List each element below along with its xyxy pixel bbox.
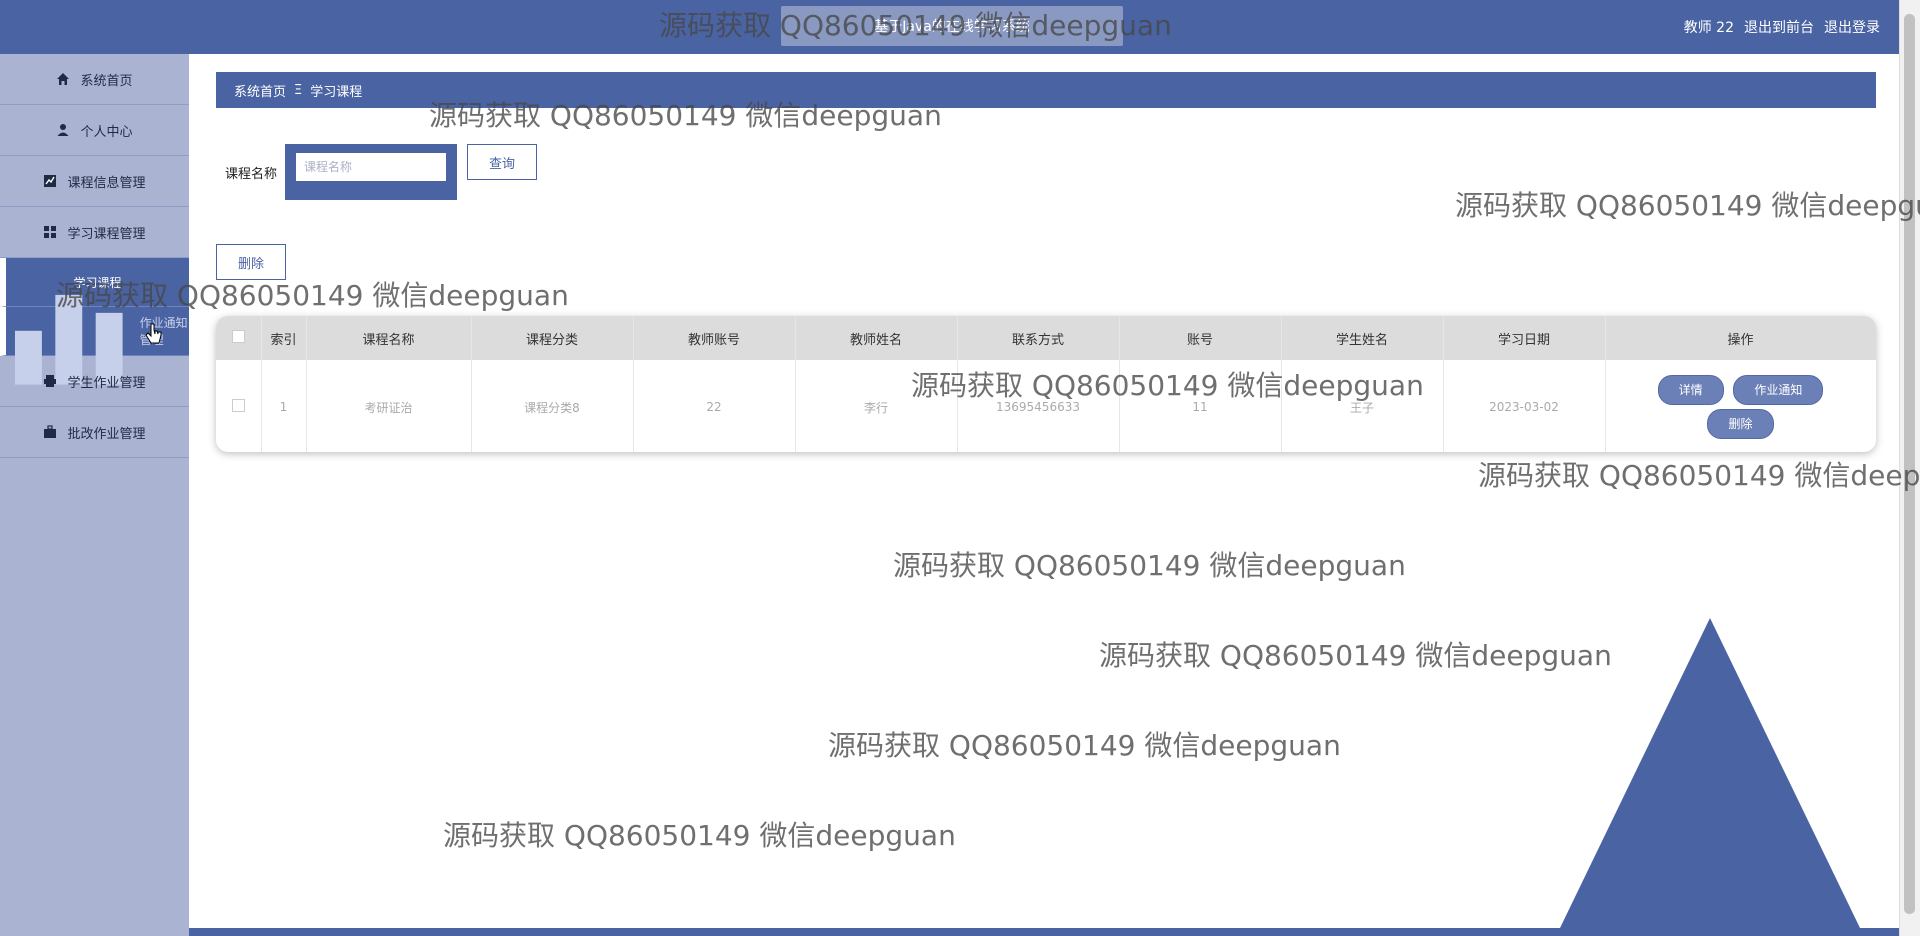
bottom-bar (189, 928, 1900, 936)
select-all-checkbox[interactable] (231, 329, 245, 343)
scrollbar[interactable] (1899, 0, 1920, 936)
select-all-cell (216, 316, 262, 360)
sidebar-item-label: 系统首页 (80, 73, 133, 89)
column-header: 操作 (1605, 316, 1876, 360)
decorative-triangle (1560, 618, 1860, 928)
row-checkbox[interactable] (231, 399, 245, 412)
column-header: 学生姓名 (1281, 316, 1444, 360)
column-header: 课程分类 (471, 316, 634, 360)
scrollbar-thumb[interactable] (1904, 14, 1915, 914)
cell-category: 课程分类8 (471, 360, 634, 452)
sidebar-item-label: 学习课程管理 (67, 226, 146, 242)
sidebar-item-label: 个人中心 (80, 124, 133, 140)
homework-notice-button[interactable]: 作业通知 (1733, 375, 1824, 405)
sidebar: 系统首页 个人中心 课程信息管理 学习课程管理 学习课程 作业通知管理 学生作业… (0, 54, 189, 936)
home-icon (57, 73, 70, 85)
user-icon (57, 124, 69, 136)
table-header-row: 索引 课程名称 课程分类 教师账号 教师姓名 联系方式 账号 学生姓名 学习日期… (216, 316, 1876, 360)
sidebar-item-label: 课程信息管理 (67, 175, 146, 191)
sidebar-item-profile[interactable]: 个人中心 (0, 105, 189, 156)
column-header: 教师账号 (633, 316, 796, 360)
detail-button[interactable]: 详情 (1657, 375, 1724, 405)
column-header: 账号 (1119, 316, 1282, 360)
briefcase-icon (44, 425, 57, 438)
cell-teacher-name: 李行 (795, 360, 958, 452)
cell-index: 1 (261, 360, 307, 452)
breadcrumb-home[interactable]: 系统首页 (234, 81, 286, 100)
search-bar: 课程名称 查询 (225, 144, 538, 200)
table-row: 1 考研证治 课程分类8 22 李行 13695456633 11 王子 202… (216, 360, 1876, 452)
sidebar-item-course-info[interactable]: 课程信息管理 (0, 156, 189, 207)
top-bar: 基于Java的在线学习系统 教师 22 退出到前台 退出登录 (0, 0, 1920, 54)
search-label: 课程名称 (225, 166, 278, 182)
chart-icon (44, 175, 57, 187)
sidebar-item-grade-homework[interactable]: 批改作业管理 (0, 407, 189, 458)
sidebar-item-study-course[interactable]: 学习课程管理 (0, 207, 189, 258)
row-select-cell (216, 360, 262, 452)
cell-actions: 详情 作业通知 删除 (1605, 360, 1876, 452)
column-header: 索引 (261, 316, 307, 360)
user-label: 教师 22 (1683, 20, 1734, 36)
query-button[interactable]: 查询 (467, 144, 538, 180)
breadcrumb-current: 学习课程 (310, 84, 363, 100)
printer-icon (44, 375, 57, 387)
row-delete-button[interactable]: 删除 (1707, 409, 1774, 439)
top-right-menu: 教师 22 退出到前台 退出登录 (1684, 0, 1880, 54)
course-table: 索引 课程名称 课程分类 教师账号 教师姓名 联系方式 账号 学生姓名 学习日期… (216, 316, 1876, 452)
back-to-front-link[interactable]: 退出到前台 (1744, 17, 1814, 37)
column-header: 教师姓名 (795, 316, 958, 360)
mouse-cursor-icon (145, 323, 162, 344)
sidebar-item-home[interactable]: 系统首页 (0, 54, 189, 105)
search-input[interactable] (295, 152, 448, 182)
app-title: 基于Java的在线学习系统 (781, 6, 1123, 46)
column-header: 学习日期 (1443, 316, 1606, 360)
logout-link[interactable]: 退出登录 (1824, 17, 1880, 37)
cell-teacher-account: 22 (633, 360, 796, 452)
grid-icon (44, 226, 57, 238)
column-header: 课程名称 (306, 316, 472, 360)
cell-account: 11 (1119, 360, 1282, 452)
sidebar-item-label: 学生作业管理 (67, 375, 146, 391)
cell-student-name: 王子 (1281, 360, 1444, 452)
column-header: 联系方式 (957, 316, 1120, 360)
cell-course: 考研证治 (306, 360, 472, 452)
delete-button[interactable]: 删除 (216, 244, 286, 280)
sidebar-item-label: 批改作业管理 (67, 426, 146, 442)
cell-date: 2023-03-02 (1443, 360, 1606, 452)
breadcrumb-separator: Ξ (294, 82, 303, 98)
cell-contact: 13695456633 (957, 360, 1120, 452)
breadcrumb: 系统首页 Ξ 学习课程 (216, 72, 1876, 108)
search-input-wrapper (285, 144, 458, 200)
